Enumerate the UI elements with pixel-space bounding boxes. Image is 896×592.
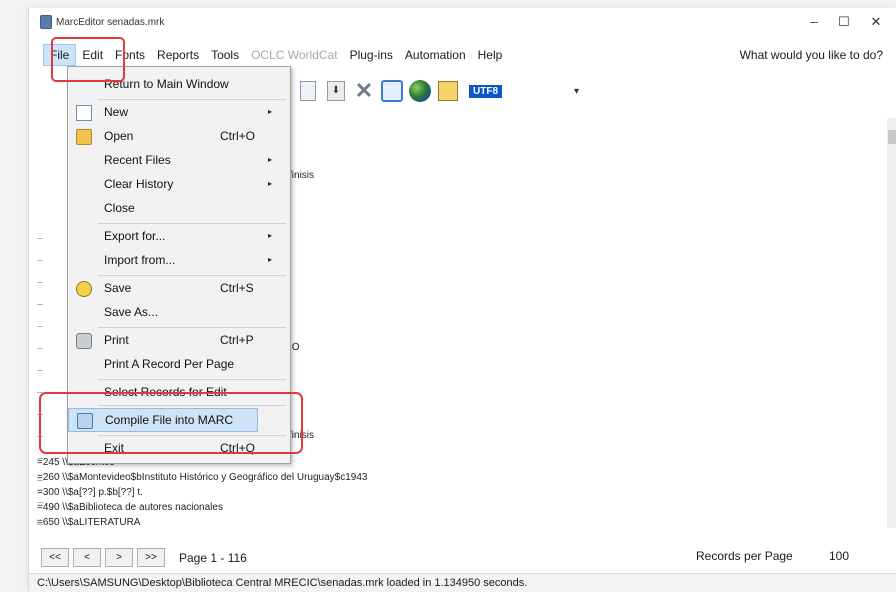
menu-reports[interactable]: Reports — [151, 44, 205, 66]
delete-x-icon[interactable]: ✕ — [353, 80, 375, 102]
menu-item-print[interactable]: Print Ctrl+P — [68, 329, 288, 351]
scroll-thumb[interactable] — [888, 130, 896, 144]
submenu-arrow-icon: ▸ — [268, 155, 273, 164]
records-per-page-value[interactable]: 100 — [829, 549, 849, 563]
records-per-page-label: Records per Page — [696, 549, 793, 563]
find-icon[interactable] — [381, 80, 403, 102]
submenu-arrow-icon: ▸ — [268, 255, 273, 264]
menu-item-shortcut: Ctrl+P — [220, 333, 254, 347]
app-icon — [40, 15, 52, 29]
encoding-value: UTF8 — [469, 84, 502, 98]
menu-item-label: Print — [104, 333, 129, 347]
menu-automation[interactable]: Automation — [399, 44, 472, 66]
menu-item-open[interactable]: Open Ctrl+O — [68, 125, 288, 147]
menu-item-import-from[interactable]: Import from... ▸ — [68, 249, 288, 271]
last-page-button[interactable]: >> — [137, 548, 165, 567]
page-label: Page 1 - 116 — [179, 550, 247, 565]
marcedit-window: MarcEditor senadas.mrk – ☐ ✕ File Edit F… — [28, 8, 896, 592]
menu-item-label: Save — [104, 281, 132, 295]
menu-item-shortcut: Ctrl+O — [220, 129, 256, 143]
menu-item-label: Export for... — [104, 229, 166, 243]
menu-item-save-as[interactable]: Save As... — [68, 301, 288, 323]
first-page-button[interactable]: << — [41, 548, 69, 567]
pager: << < > >> Page 1 - 116 — [41, 548, 247, 567]
menu-separator — [98, 379, 286, 380]
close-button[interactable]: ✕ — [861, 12, 891, 32]
menu-separator — [98, 223, 286, 224]
editor-line: =300 \\$a[??] p.$b[??] t. — [37, 487, 143, 498]
menu-separator — [98, 327, 286, 328]
title-bar: MarcEditor senadas.mrk — [29, 8, 896, 36]
globe-icon[interactable] — [409, 80, 431, 102]
menu-item-label: Recent Files — [104, 153, 171, 167]
menu-item-new[interactable]: New ▸ — [68, 101, 288, 123]
print-icon — [76, 333, 92, 349]
line-markers — [37, 228, 43, 528]
prev-page-button[interactable]: < — [73, 548, 101, 567]
menu-item-recent-files[interactable]: Recent Files ▸ — [68, 149, 288, 171]
editor-line: =650 \\$aLITERATURA — [37, 517, 141, 528]
toolbar: ⬇ ✕ UTF8 ▾ — [269, 74, 579, 108]
menu-separator — [98, 99, 286, 100]
submenu-arrow-icon: ▸ — [268, 231, 273, 240]
menu-item-label: Close — [104, 201, 135, 215]
menu-item-export-for[interactable]: Export for... ▸ — [68, 225, 288, 247]
menu-item-label: Print A Record Per Page — [104, 357, 235, 371]
annotation-highlight-compile — [39, 392, 303, 454]
minimize-button[interactable]: – — [799, 12, 829, 32]
download-icon[interactable]: ⬇ — [325, 80, 347, 102]
menu-plugins[interactable]: Plug-ins — [344, 44, 399, 66]
editor-line: =260 \\$aMontevideo$bInstituto Histórico… — [37, 472, 368, 483]
menu-help[interactable]: Help — [472, 44, 509, 66]
menu-item-label: Open — [104, 129, 134, 143]
menu-separator — [98, 275, 286, 276]
menu-item-print-record-per-page[interactable]: Print A Record Per Page — [68, 353, 288, 375]
help-search-box[interactable]: What would you like to do? — [740, 44, 883, 66]
menu-item-clear-history[interactable]: Clear History ▸ — [68, 173, 288, 195]
encoding-select[interactable]: UTF8 ▾ — [469, 84, 580, 98]
window-title: MarcEditor senadas.mrk — [56, 16, 165, 28]
annotation-highlight-file-menu — [51, 37, 125, 82]
save-icon — [76, 281, 92, 297]
submenu-arrow-icon: ▸ — [268, 179, 273, 188]
menu-tools[interactable]: Tools — [205, 44, 245, 66]
character-map-icon[interactable] — [437, 80, 459, 102]
new-file-icon — [76, 105, 92, 121]
menu-item-label: Import from... — [104, 253, 176, 267]
menu-item-label: New — [104, 105, 129, 119]
menu-item-save[interactable]: Save Ctrl+S — [68, 277, 288, 299]
menu-oclc-worldcat[interactable]: OCLC WorldCat — [245, 44, 343, 66]
menu-item-label: Save As... — [104, 305, 159, 319]
submenu-arrow-icon: ▸ — [268, 107, 273, 116]
menu-item-shortcut: Ctrl+S — [220, 281, 254, 295]
editor-line: =490 \\$aBiblioteca de autores nacionale… — [37, 502, 223, 513]
status-text: C:\Users\SAMSUNG\Desktop\Biblioteca Cent… — [37, 577, 528, 589]
menu-item-label: Clear History — [104, 177, 174, 191]
next-page-button[interactable]: > — [105, 548, 133, 567]
maximize-button[interactable]: ☐ — [829, 12, 859, 32]
open-document-icon[interactable] — [297, 80, 319, 102]
chevron-down-icon: ▾ — [574, 85, 580, 97]
menu-item-close[interactable]: Close — [68, 197, 288, 219]
status-bar: C:\Users\SAMSUNG\Desktop\Biblioteca Cent… — [29, 573, 896, 592]
open-folder-icon — [76, 129, 92, 145]
vertical-scrollbar[interactable] — [887, 118, 896, 528]
